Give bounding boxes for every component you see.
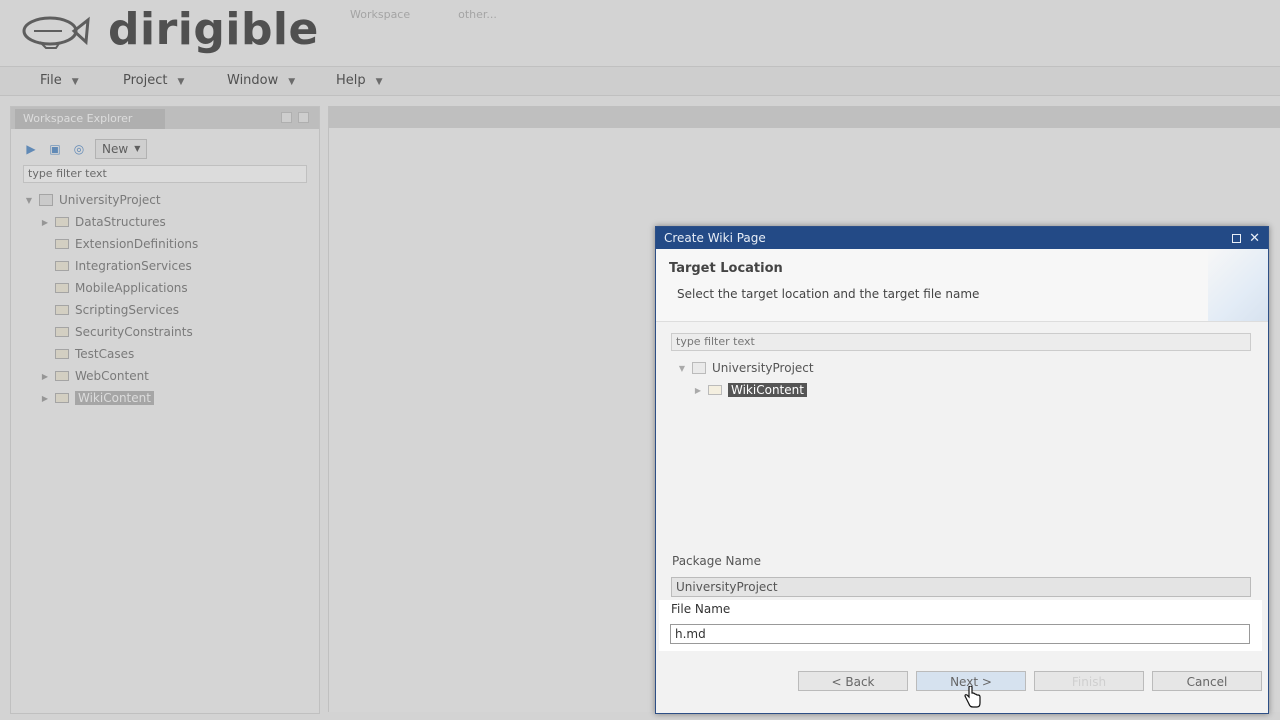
file-name-field-highlight: File Name (659, 600, 1262, 651)
section-description: Select the target location and the targe… (677, 287, 980, 301)
collapse-icon[interactable]: ▼ (676, 364, 688, 373)
folder-icon (708, 385, 722, 395)
cancel-button[interactable]: Cancel (1152, 671, 1262, 691)
hand-cursor-icon (964, 686, 981, 708)
tree-item-project[interactable]: ▼ UniversityProject (676, 357, 1256, 379)
tree-item-folder-selected[interactable]: ▶ WikiContent (676, 379, 1256, 401)
tree-item-label: UniversityProject (712, 361, 814, 375)
app-window: dirigible Workspace other... File ▼ Proje… (0, 0, 1280, 720)
close-icon[interactable]: ✕ (1249, 232, 1260, 245)
project-icon (692, 362, 706, 374)
wizard-banner-image (1208, 249, 1268, 321)
finish-button[interactable]: Finish (1034, 671, 1144, 691)
package-name-input[interactable] (671, 577, 1251, 597)
maximize-icon[interactable] (1232, 233, 1242, 243)
back-button[interactable]: < Back (798, 671, 908, 691)
dialog-button-row: < Back Next > Finish Cancel (798, 671, 1262, 691)
file-name-input[interactable] (670, 624, 1250, 644)
dialog-title-bar: Create Wiki Page ✕ (656, 227, 1268, 249)
section-title: Target Location (669, 261, 783, 276)
file-name-label: File Name (671, 602, 731, 616)
tree-item-label: WikiContent (728, 383, 807, 397)
location-filter-input[interactable] (671, 333, 1251, 351)
location-tree: ▼ UniversityProject ▶ WikiContent (676, 357, 1256, 547)
dialog-header-banner: Target Location Select the target locati… (656, 249, 1268, 322)
expand-icon[interactable]: ▶ (692, 386, 704, 395)
dialog-window-controls: ✕ (1232, 227, 1260, 249)
package-name-label: Package Name (672, 554, 761, 568)
dialog-title: Create Wiki Page (664, 231, 766, 245)
